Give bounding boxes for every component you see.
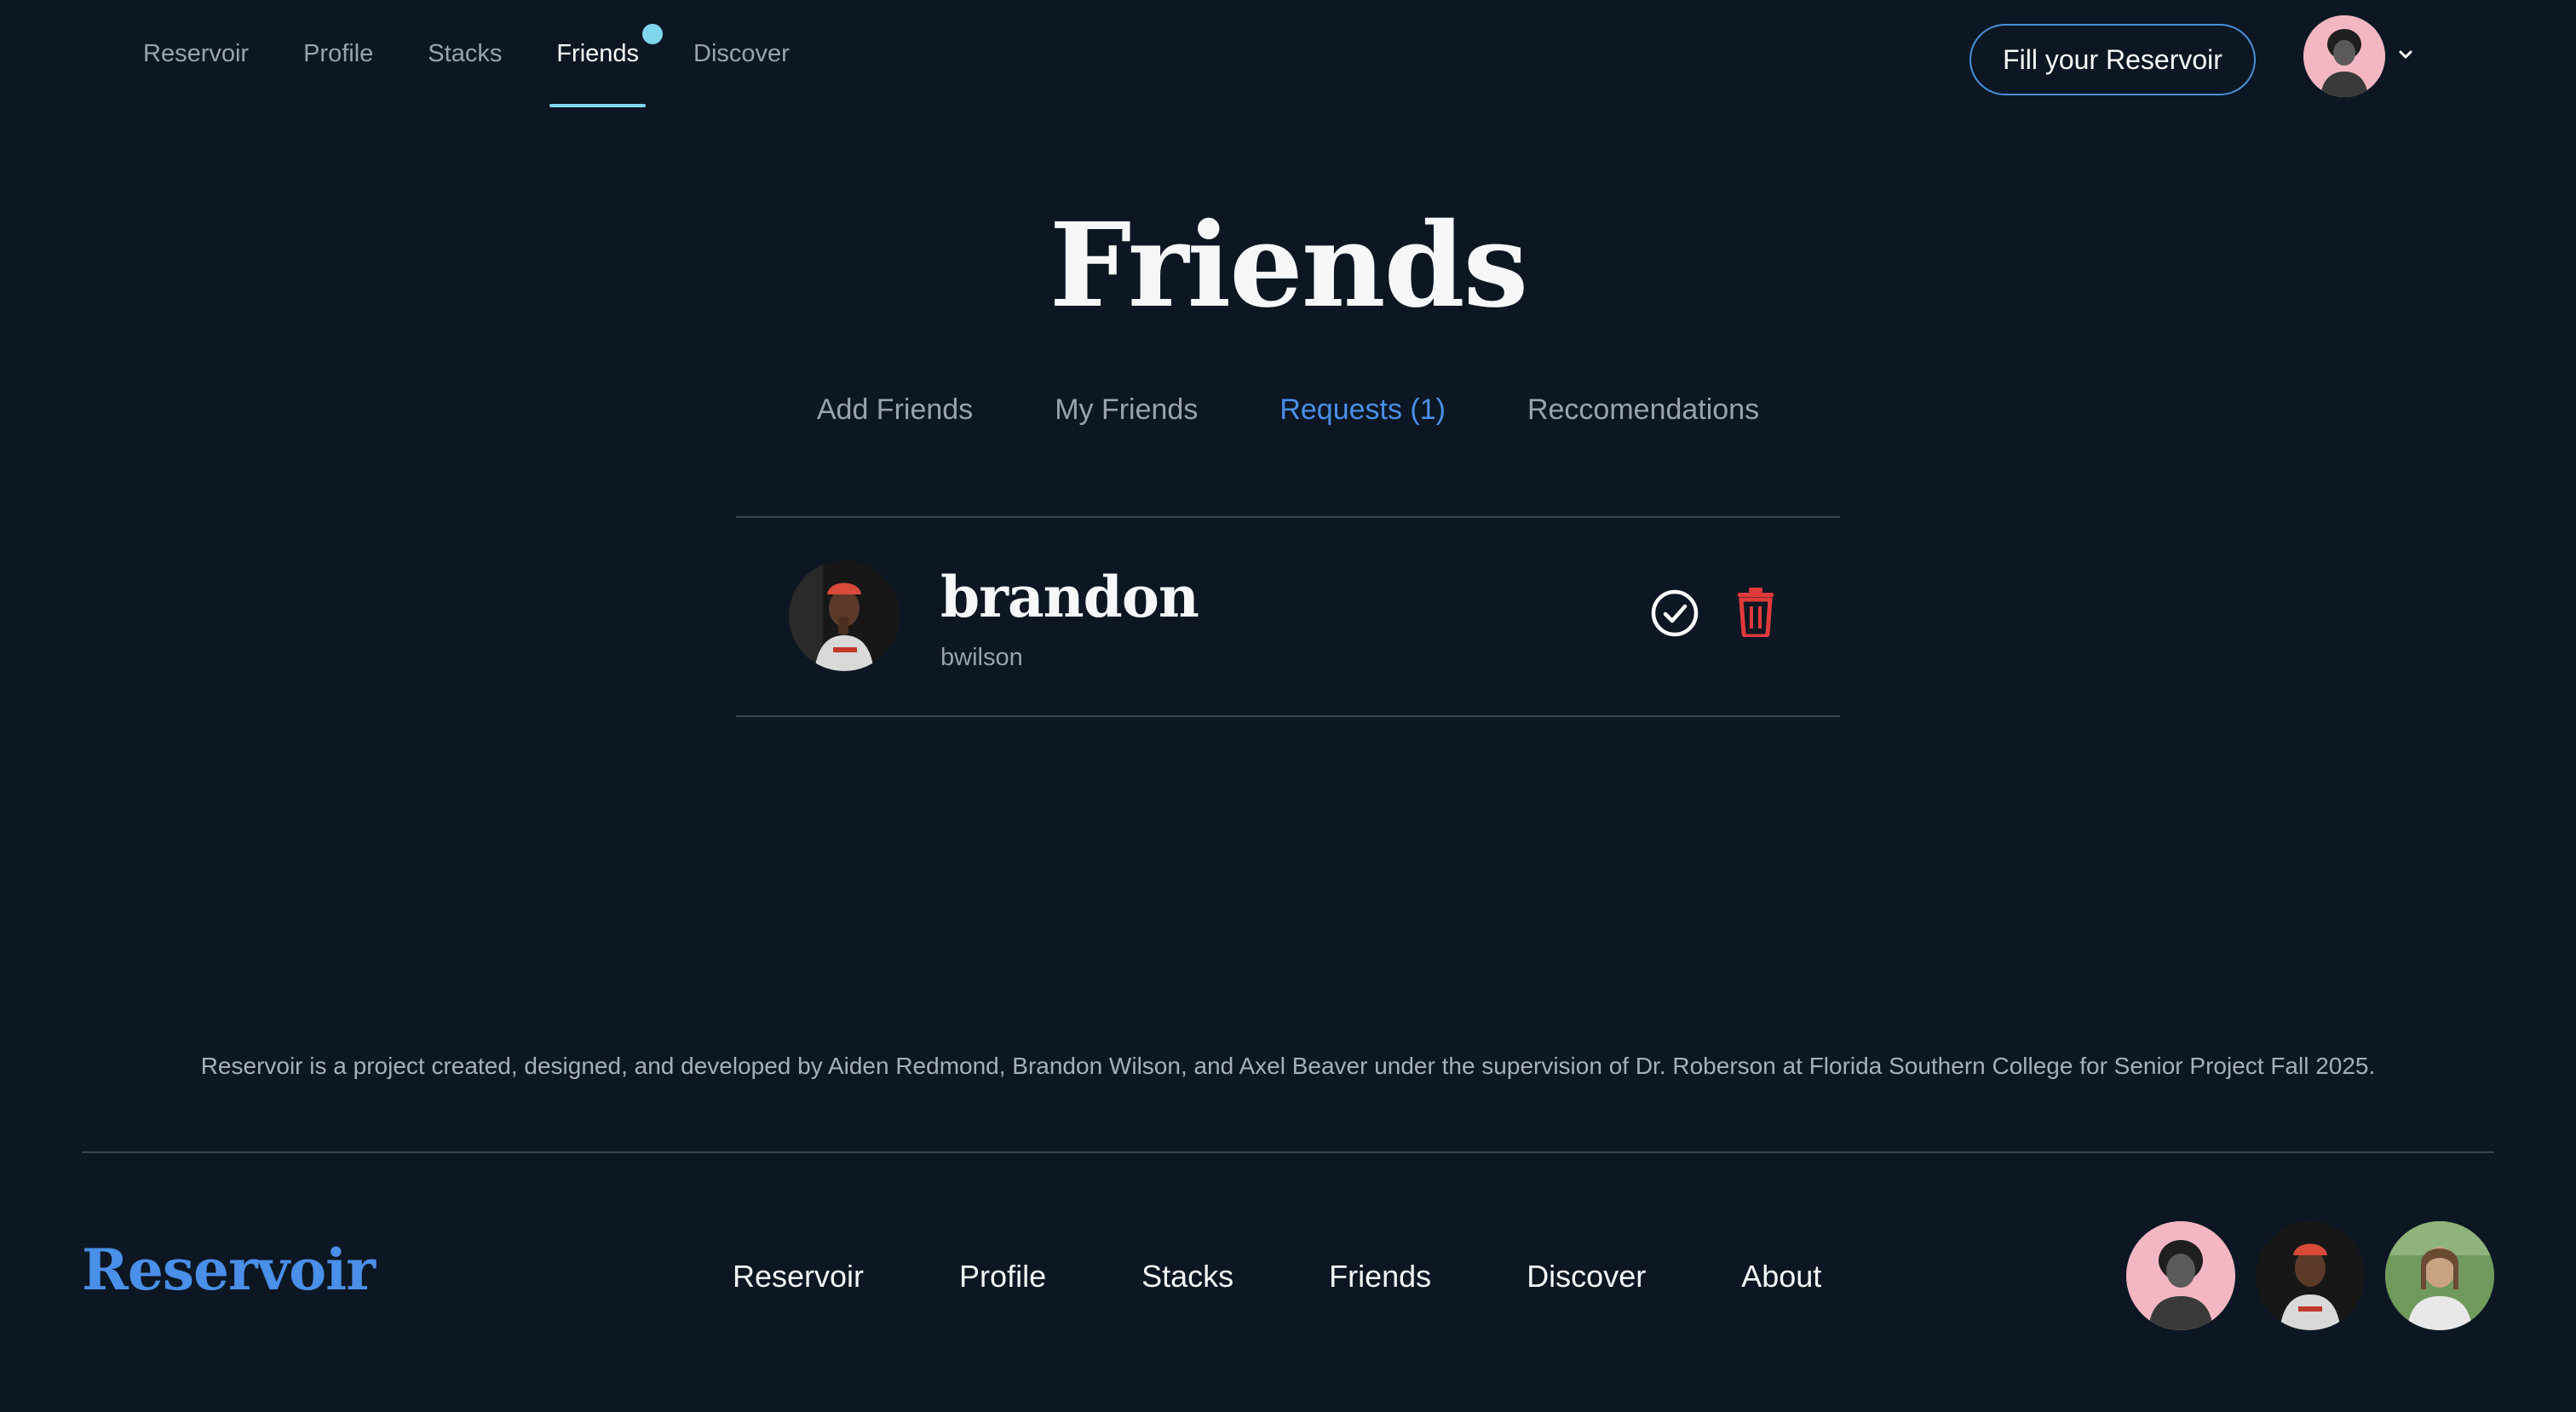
nav-link-reservoir[interactable]: Reservoir: [143, 0, 249, 109]
footer-links: Reservoir Profile Stacks Friends Discove…: [733, 1259, 1821, 1294]
nav-link-friends[interactable]: Friends: [549, 0, 664, 109]
footer-link-about[interactable]: About: [1741, 1259, 1821, 1294]
nav-link-discover[interactable]: Discover: [693, 0, 790, 109]
footer-divider: [82, 1151, 2494, 1153]
team-avatars: [2126, 1221, 2494, 1330]
accept-request-icon[interactable]: [1649, 588, 1700, 639]
footer-link-stacks[interactable]: Stacks: [1141, 1259, 1233, 1294]
trash-icon[interactable]: [1734, 586, 1777, 637]
requester-username: bwilson: [940, 644, 1023, 671]
tab-requests[interactable]: Requests (1): [1279, 393, 1446, 427]
friend-request-list: brandon bwilson: [736, 516, 1840, 717]
tab-my-friends[interactable]: My Friends: [1055, 393, 1198, 427]
tab-add-friends[interactable]: Add Friends: [817, 393, 973, 427]
fill-reservoir-button[interactable]: Fill your Reservoir: [1969, 24, 2256, 95]
nav-link-profile[interactable]: Profile: [303, 0, 373, 109]
footer-link-reservoir[interactable]: Reservoir: [733, 1259, 864, 1294]
page-title: Friends: [1049, 198, 1529, 334]
friends-page: Reservoir Profile Stacks Friends Discove…: [0, 0, 2576, 1412]
friend-request-row: brandon bwilson: [736, 516, 1840, 717]
nav-links: Reservoir Profile Stacks Friends Discove…: [143, 0, 844, 111]
footer-link-discover[interactable]: Discover: [1527, 1259, 1646, 1294]
footer-link-profile[interactable]: Profile: [959, 1259, 1046, 1294]
footer-brand-logo[interactable]: Reservoir: [82, 1237, 376, 1303]
requester-name: brandon: [940, 564, 1199, 630]
friends-tabs: Add Friends My Friends Requests (1) Recc…: [0, 393, 2576, 427]
top-nav: Reservoir Profile Stacks Friends Discove…: [0, 0, 2576, 111]
footer-credits: Reservoir is a project created, designed…: [200, 1053, 2376, 1079]
notification-dot: [642, 24, 664, 44]
nav-link-stacks[interactable]: Stacks: [428, 0, 502, 109]
chevron-down-icon[interactable]: [2395, 44, 2416, 65]
nav-link-friends-label: Friends: [556, 40, 640, 67]
user-avatar[interactable]: [2303, 15, 2385, 97]
team-avatar-brandon[interactable]: [2256, 1221, 2365, 1330]
team-avatar-axel[interactable]: [2385, 1221, 2494, 1330]
footer-link-friends[interactable]: Friends: [1329, 1259, 1431, 1294]
team-avatar-aiden[interactable]: [2126, 1221, 2235, 1330]
requester-avatar[interactable]: [789, 560, 900, 671]
tab-recommendations[interactable]: Reccomendations: [1527, 393, 1759, 427]
